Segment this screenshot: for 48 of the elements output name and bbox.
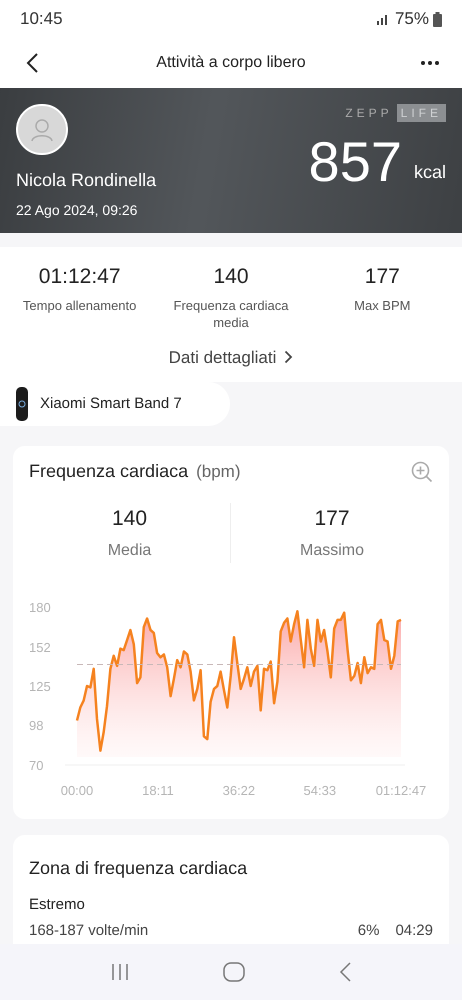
summary-value: 01:12:47 <box>38 264 121 290</box>
card-unit: (bpm) <box>196 461 240 483</box>
y-tick-label: 152 <box>29 640 51 655</box>
stat-value: 177 <box>314 506 350 532</box>
zone-name: Estremo <box>29 894 86 914</box>
summary-label: Tempo allenamento <box>22 296 138 314</box>
battery-icon <box>433 12 442 26</box>
x-tick-label: 00:00 <box>60 782 94 798</box>
y-tick-label: 125 <box>29 678 51 694</box>
battery-percentage: 75% <box>394 8 429 30</box>
status-time: 10:45 <box>20 8 63 30</box>
x-tick-label: 54:33 <box>304 782 336 798</box>
summary-value: 140 <box>213 264 249 290</box>
calories-unit: kcal <box>414 161 446 184</box>
avatar <box>16 104 68 155</box>
zoom-in-icon[interactable] <box>411 460 433 482</box>
home-button[interactable] <box>223 962 245 982</box>
chevron-right-icon <box>284 350 294 364</box>
brand-logo-tag: LIFE <box>396 104 446 122</box>
x-tick-label: 18:11 <box>142 782 174 798</box>
y-tick-label: 98 <box>29 717 44 732</box>
card-title: Zona di frequenza cardiaca <box>29 856 248 880</box>
stat-label: Massimo <box>300 540 364 560</box>
band-icon <box>16 387 28 421</box>
stat-label: Media <box>108 540 152 560</box>
x-tick-label: 01:12:47 <box>376 782 426 798</box>
summary-label: Max BPM <box>353 296 412 314</box>
y-tick-label: 70 <box>29 758 44 772</box>
x-tick-label: 36:22 <box>222 782 256 798</box>
summary-label: Frequenza cardiaca media <box>172 296 290 330</box>
zone-time: 04:29 <box>395 921 433 941</box>
page-title: Attività a corpo libero <box>156 53 306 73</box>
workout-date: 22 Ago 2024, 09:26 <box>16 201 138 220</box>
calories-value: 857 <box>308 134 402 190</box>
user-name: Nicola Rondinella <box>16 169 156 192</box>
brand-logo: ZEPP <box>345 105 393 122</box>
summary-value: 177 <box>364 264 400 290</box>
back-nav-button[interactable] <box>339 962 351 982</box>
y-tick-label: 180 <box>29 600 51 614</box>
chevron-left-icon <box>25 52 39 74</box>
device-name: Xiaomi Smart Band 7 <box>40 394 182 414</box>
zone-range: 168-187 volte/min <box>29 921 148 941</box>
zone-share: 6% <box>358 921 380 941</box>
card-title: Frequenza cardiaca <box>29 460 188 483</box>
more-icon <box>420 60 440 66</box>
details-link[interactable]: Dati dettagliati <box>168 344 294 370</box>
stat-value: 140 <box>112 506 148 532</box>
recent-apps-button[interactable] <box>111 964 129 980</box>
